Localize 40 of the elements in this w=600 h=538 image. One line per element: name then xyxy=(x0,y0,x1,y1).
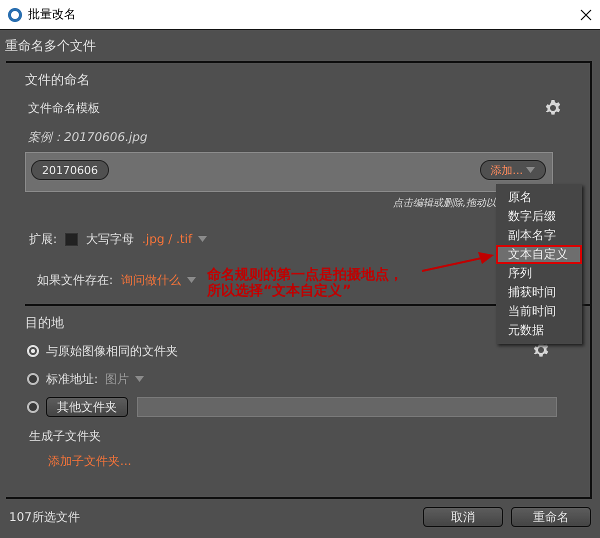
app-icon xyxy=(8,8,22,22)
caret-icon xyxy=(198,236,208,242)
field-label: 如果文件存在: xyxy=(37,272,114,288)
example-text: 案例：20170606.jpg xyxy=(28,128,148,146)
add-button[interactable]: 添加... xyxy=(480,160,546,180)
caret-icon xyxy=(135,376,144,382)
menu-item[interactable]: 数字后缀 xyxy=(496,207,582,226)
template-label: 文件命名模板 xyxy=(28,100,100,116)
hint-text: 点击编辑或删除,拖动以 xyxy=(392,196,496,210)
dialog-button[interactable]: 重命名 xyxy=(511,507,591,527)
menu-item[interactable]: 副本名字 xyxy=(496,226,582,245)
checkbox-label: 大写字母 xyxy=(86,230,134,248)
folder-path-field[interactable] xyxy=(137,397,557,417)
menu-item[interactable]: 元数据 xyxy=(496,321,582,340)
section-heading: 目的地 xyxy=(25,315,64,332)
annotation-text: 命名规则的第一点是拍摄地点， 所以选择“文本自定义” xyxy=(207,267,403,299)
field-label: 扩展: xyxy=(29,230,58,248)
window-title: 批量改名 xyxy=(28,6,77,23)
subfolder-label: 生成子文件夹 xyxy=(29,428,101,444)
menu-item[interactable]: 当前时间 xyxy=(496,302,582,321)
template-field[interactable]: 20170606 添加... xyxy=(25,152,553,192)
radio-button[interactable] xyxy=(27,373,39,385)
menu-item[interactable]: 文本自定义 xyxy=(496,245,582,264)
menu-item[interactable]: 序列 xyxy=(496,264,582,283)
caret-icon xyxy=(187,277,196,283)
settings-icon[interactable] xyxy=(544,99,562,117)
caret-icon xyxy=(526,167,535,173)
menu-item[interactable]: 捕获时间 xyxy=(496,283,582,302)
dialog-heading: 重命名多个文件 xyxy=(4,38,97,56)
radio-button[interactable] xyxy=(27,345,39,357)
selection-count: 107所选文件 xyxy=(9,508,80,526)
checkbox[interactable] xyxy=(65,232,78,246)
close-icon[interactable] xyxy=(580,8,592,20)
radio-label: 与原始图像相同的文件夹 xyxy=(46,342,178,360)
folder-button[interactable]: 其他文件夹 xyxy=(46,397,128,417)
section-heading: 文件的命名 xyxy=(25,72,90,89)
token-chip[interactable]: 20170606 xyxy=(31,160,109,180)
radio-label: 标准地址: xyxy=(46,370,98,388)
radio-button[interactable] xyxy=(27,401,39,413)
dialog-button[interactable]: 取消 xyxy=(423,507,503,527)
